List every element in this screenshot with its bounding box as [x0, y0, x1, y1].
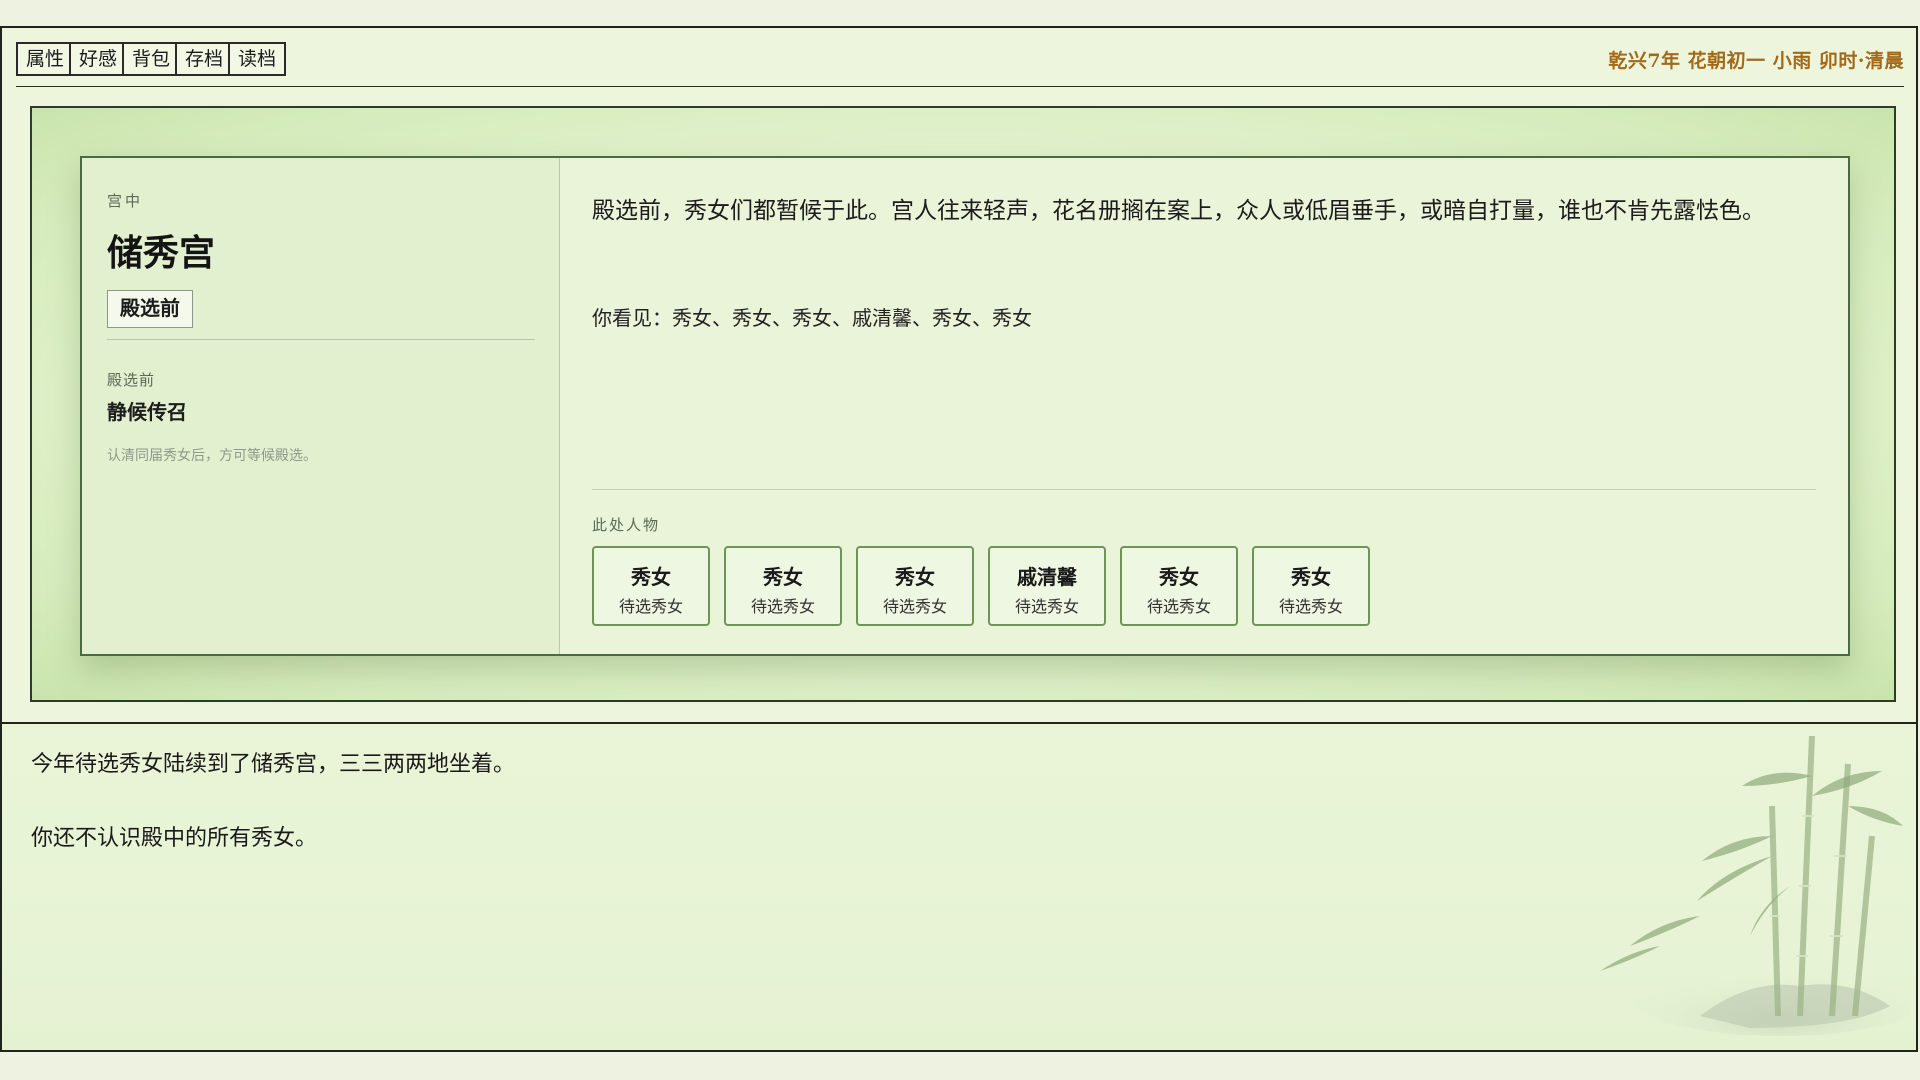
inventory-button[interactable]: 背包	[122, 42, 180, 76]
person-name: 秀女	[1291, 565, 1331, 589]
scene-area: 宫中 储秀宫 殿选前 殿选前 静候传召 认清同届秀女后，方可等候殿选。 殿选前，…	[30, 106, 1896, 702]
location-title: 储秀宫	[107, 232, 216, 274]
stage-hint: 认清同届秀女后，方可等候殿选。	[107, 448, 317, 464]
bamboo-painting-icon	[1600, 735, 1910, 1036]
top-toolbar: 属性 好感 背包 存档 读档 乾兴7年 花朝初一 小雨 卯时·清晨	[16, 40, 1904, 87]
message-log: 今年待选秀女陆续到了储秀宫，三三两两地坐着。 你还不认识殿中的所有秀女。	[2, 722, 1916, 1050]
right-divider	[592, 489, 1816, 490]
person-role: 待选秀女	[618, 597, 683, 616]
stage-label: 殿选前	[107, 371, 156, 389]
person-card[interactable]: 秀女 待选秀女	[724, 546, 842, 626]
scene-description: 殿选前，秀女们都暂候于此。宫人往来轻声，花名册搁在案上，众人或低眉垂手，或暗自打…	[592, 198, 1765, 224]
person-role: 待选秀女	[1146, 597, 1211, 616]
stage-name: 静候传召	[107, 400, 187, 424]
seen-characters: 你看见：秀女、秀女、秀女、戚清馨、秀女、秀女	[592, 306, 1032, 330]
person-name: 戚清馨	[1017, 565, 1077, 589]
person-role: 待选秀女	[882, 597, 947, 616]
person-role: 待选秀女	[1278, 597, 1343, 616]
person-card[interactable]: 秀女 待选秀女	[1252, 546, 1370, 626]
game-datetime: 乾兴7年 花朝初一 小雨 卯时·清晨	[1608, 50, 1904, 72]
save-button[interactable]: 存档	[175, 42, 233, 76]
person-role: 待选秀女	[750, 597, 815, 616]
affection-button[interactable]: 好感	[69, 42, 127, 76]
person-card[interactable]: 秀女 待选秀女	[856, 546, 974, 626]
people-label: 此处人物	[592, 516, 661, 534]
person-name: 秀女	[763, 565, 803, 589]
person-name: 秀女	[631, 565, 671, 589]
person-name: 秀女	[895, 565, 935, 589]
person-card[interactable]: 秀女 待选秀女	[1120, 546, 1238, 626]
location-info-panel: 宫中 储秀宫 殿选前 殿选前 静候传召 认清同届秀女后，方可等候殿选。	[82, 158, 560, 654]
log-line: 今年待选秀女陆续到了储秀宫，三三两两地坐着。	[31, 752, 516, 777]
log-line: 你还不认识殿中的所有秀女。	[31, 826, 318, 851]
location-tag: 殿选前	[107, 290, 193, 328]
region-label: 宫中	[107, 192, 144, 210]
person-role: 待选秀女	[1014, 597, 1079, 616]
location-card: 宫中 储秀宫 殿选前 殿选前 静候传召 认清同届秀女后，方可等候殿选。 殿选前，…	[80, 156, 1850, 656]
left-divider	[107, 339, 535, 340]
scene-panel: 殿选前，秀女们都暂候于此。宫人往来轻声，花名册搁在案上，众人或低眉垂手，或暗自打…	[560, 158, 1848, 654]
game-frame: 属性 好感 背包 存档 读档 乾兴7年 花朝初一 小雨 卯时·清晨 宫中 储秀宫…	[0, 26, 1918, 1052]
person-card[interactable]: 戚清馨 待选秀女	[988, 546, 1106, 626]
person-name: 秀女	[1159, 565, 1199, 589]
attributes-button[interactable]: 属性	[16, 42, 74, 76]
load-button[interactable]: 读档	[228, 42, 286, 76]
person-card[interactable]: 秀女 待选秀女	[592, 546, 710, 626]
